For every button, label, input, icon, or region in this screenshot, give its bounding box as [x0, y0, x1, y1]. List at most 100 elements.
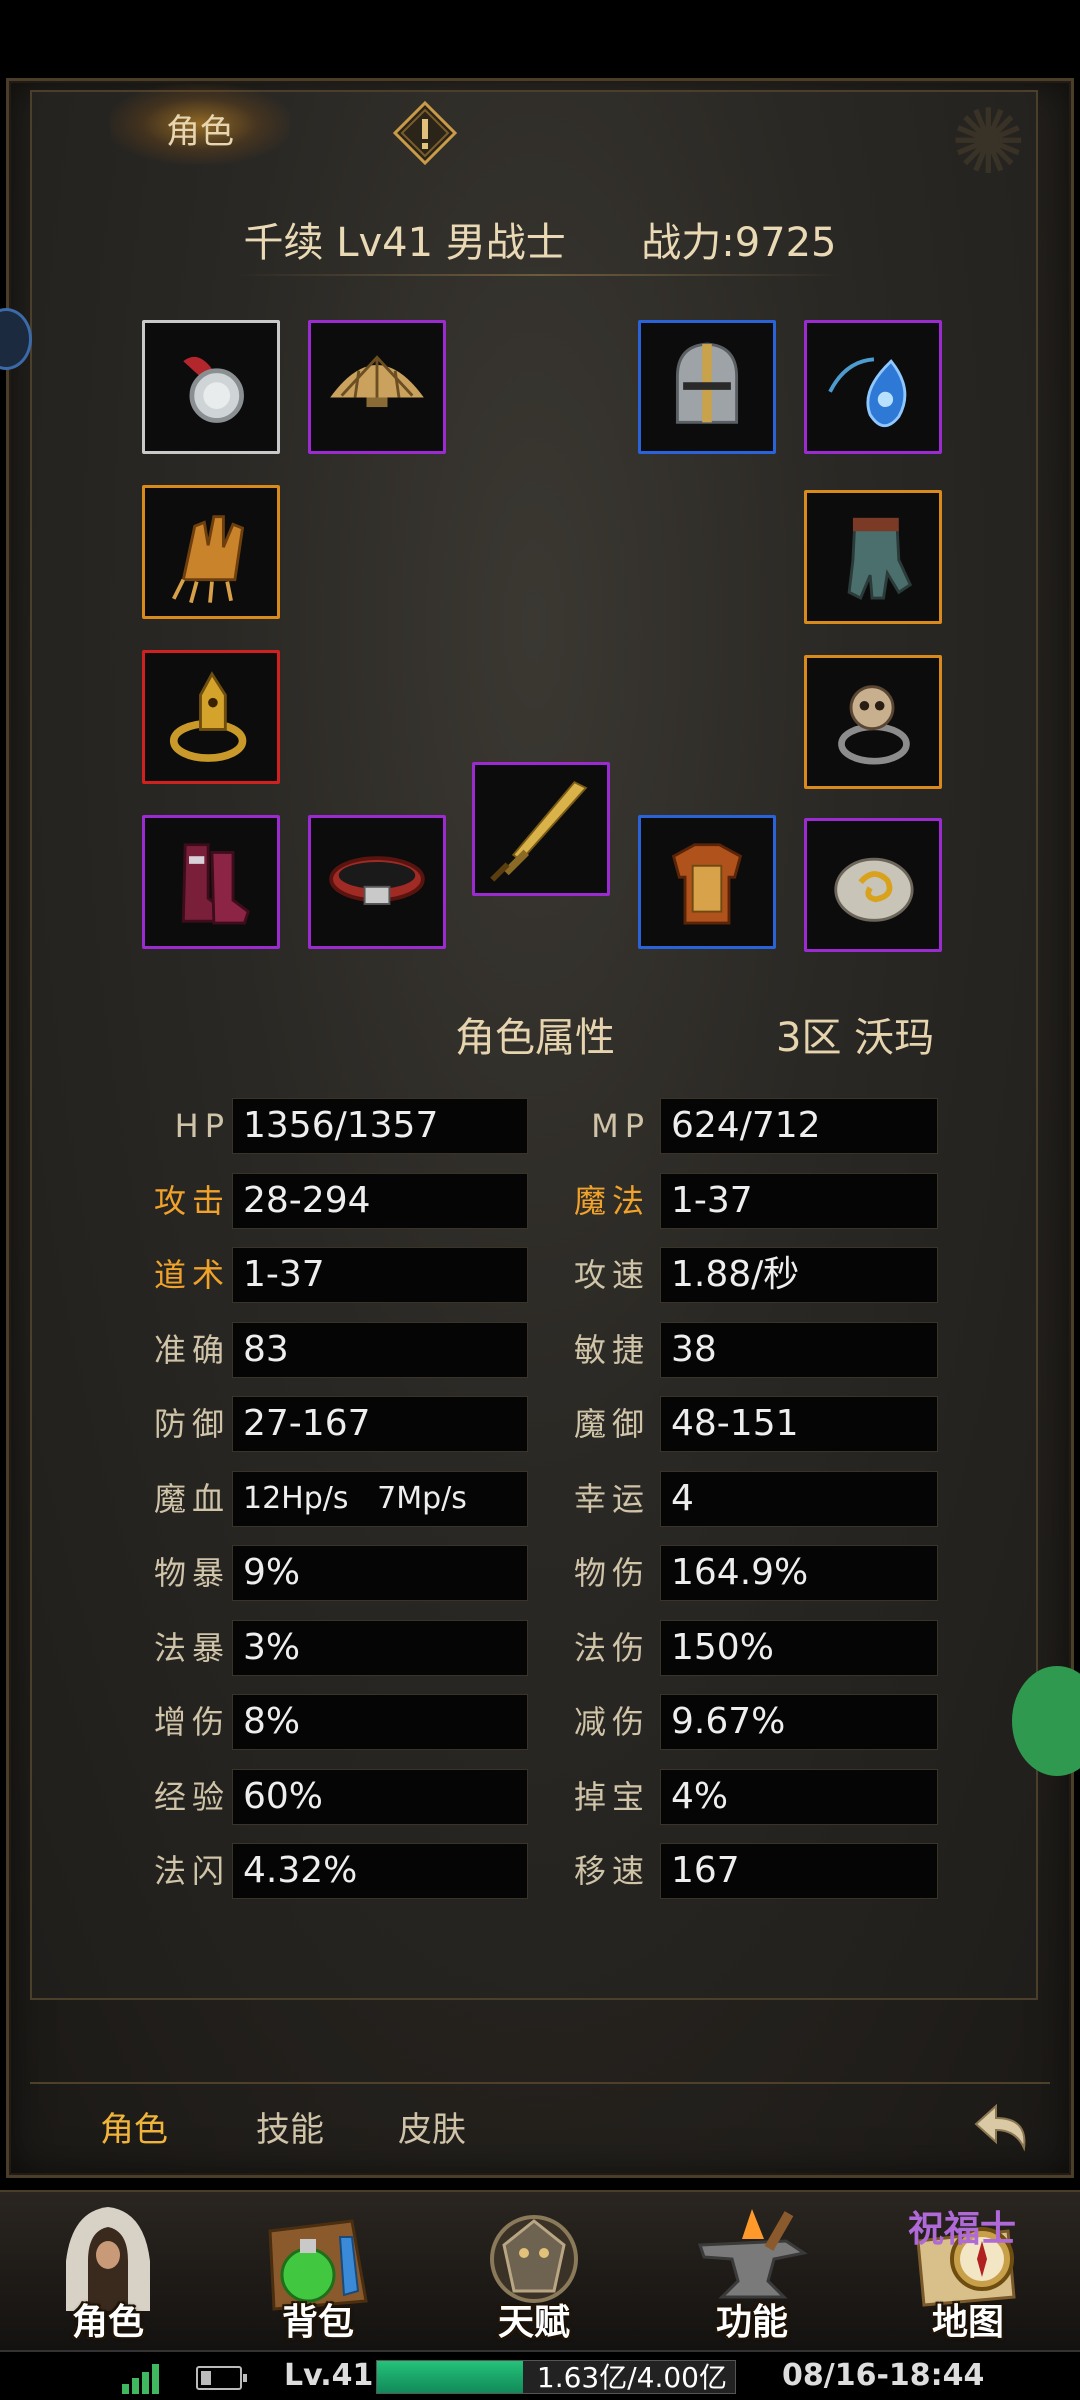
amulet-icon	[183, 356, 244, 423]
back-button[interactable]	[970, 2090, 1040, 2160]
nav-bag-label: 背包	[281, 2301, 354, 2343]
tab-character[interactable]: 角色	[100, 2102, 168, 2151]
tab-character-top[interactable]: 角色	[110, 84, 290, 164]
stat-label: 敏捷	[573, 1331, 650, 1369]
nav-character-label: 角色	[71, 2301, 144, 2343]
equip-slot-necklace[interactable]	[142, 320, 280, 454]
title-divider	[235, 274, 845, 276]
stat-value: 48-151	[660, 1396, 938, 1452]
stat-label: 魔法	[573, 1182, 650, 1220]
stat-label: MP	[591, 1107, 650, 1145]
stat-label: 防御	[153, 1405, 230, 1443]
stone-icon	[834, 857, 914, 922]
gem-pendant-icon	[828, 357, 907, 428]
stat-label: 法闪	[153, 1852, 230, 1890]
stat-label: 魔御	[573, 1405, 650, 1443]
warning-button[interactable]	[392, 100, 458, 166]
stat-label: 攻击	[153, 1182, 230, 1220]
equip-slot-ring-left[interactable]	[142, 650, 280, 784]
stat-value: 83	[232, 1322, 528, 1378]
combat-power: 战力:9725	[641, 220, 837, 266]
stat-label: 准确	[153, 1331, 230, 1369]
stat-value: 28-294	[232, 1173, 528, 1229]
character-name: 千续	[243, 220, 324, 266]
tab-skins[interactable]: 皮肤	[398, 2102, 466, 2151]
stat-label: 移速	[573, 1852, 650, 1890]
tab-skills[interactable]: 技能	[256, 2102, 324, 2151]
warning-icon	[392, 100, 458, 166]
belt-icon	[329, 856, 425, 905]
exp-bar: 1.63亿/4.00亿	[376, 2360, 736, 2394]
stat-label: 攻速	[573, 1256, 650, 1294]
sword-icon	[490, 781, 588, 882]
equip-slot-bracelet-right[interactable]	[804, 490, 942, 624]
equip-slot-charm[interactable]	[804, 818, 942, 952]
stat-value: 9%	[232, 1545, 528, 1601]
stat-value: 1-37	[232, 1247, 528, 1303]
stat-value: 624/712	[660, 1098, 938, 1154]
character-level: Lv41	[336, 220, 434, 266]
stat-value: 3%	[232, 1620, 528, 1676]
tabbar-divider	[30, 2082, 1050, 2084]
stat-label: HP	[174, 1107, 230, 1145]
attributes-heading: 角色属性	[455, 1015, 615, 1061]
back-arrow-icon	[974, 2103, 1026, 2152]
equip-slot-ring-right[interactable]	[804, 655, 942, 789]
stat-value: 38	[660, 1322, 938, 1378]
stat-value: 1356/1357	[232, 1098, 528, 1154]
battery-icon	[196, 2366, 247, 2390]
helmet-icon	[675, 342, 739, 424]
stat-label: 法暴	[153, 1629, 230, 1667]
equip-slot-shoulder[interactable]	[308, 320, 446, 454]
stat-value: 4.32%	[232, 1843, 528, 1899]
tab-character-top-label: 角色	[166, 112, 234, 152]
boots-icon	[181, 843, 250, 925]
stat-value: 8%	[232, 1694, 528, 1750]
stat-label: 增伤	[153, 1703, 230, 1741]
stat-label: 物伤	[573, 1554, 650, 1592]
equip-slot-boots[interactable]	[142, 815, 280, 949]
player-level: Lv.41	[284, 2358, 374, 2393]
stat-value: 9.67%	[660, 1694, 938, 1750]
stat-label: 物暴	[153, 1554, 230, 1592]
equip-slot-belt[interactable]	[308, 815, 446, 949]
fan-icon	[330, 355, 424, 408]
stat-label: 经验	[153, 1778, 230, 1816]
stat-value: 27-167	[232, 1396, 528, 1452]
equip-slot-armor[interactable]	[638, 815, 776, 949]
stat-value: 1-37	[660, 1173, 938, 1229]
claw-glove-icon	[172, 515, 245, 604]
server-name: 3区 沃玛	[776, 1015, 935, 1061]
stat-value: 167	[660, 1843, 938, 1899]
equip-slot-weapon[interactable]	[472, 762, 610, 896]
stat-value: 4	[660, 1471, 938, 1527]
datetime: 08/16-18:44	[782, 2358, 985, 2393]
equip-slot-helmet[interactable]	[638, 320, 776, 454]
nav-character[interactable]: 角色	[8, 2195, 208, 2345]
nav-talent[interactable]: 天赋	[434, 2195, 634, 2345]
equip-slot-gem[interactable]	[804, 320, 942, 454]
armor-icon	[671, 843, 743, 925]
exp-text: 1.63亿/4.00亿	[536, 2361, 727, 2394]
nav-bag[interactable]: 背包	[218, 2195, 418, 2345]
skull-ring-icon	[838, 685, 910, 765]
stat-value: 1.88/秒	[660, 1247, 938, 1303]
status-bar-top	[0, 0, 1080, 70]
character-class: 男战士	[445, 220, 566, 266]
stat-label: 魔血	[153, 1480, 230, 1518]
event-overlay-text: 祝福士	[908, 2209, 1017, 2250]
stat-label: 法伤	[573, 1629, 650, 1667]
stat-value: 150%	[660, 1620, 938, 1676]
nav-talent-label: 天赋	[497, 2301, 570, 2343]
nav-function[interactable]: 功能	[652, 2195, 852, 2345]
stat-value: 60%	[232, 1769, 528, 1825]
stat-label: 幸运	[573, 1480, 650, 1518]
stat-value: 164.9%	[660, 1545, 938, 1601]
signal-icon	[122, 2364, 159, 2394]
equip-slot-bracelet-left[interactable]	[142, 485, 280, 619]
character-title: 千续 Lv41 男战士 战力:9725	[0, 210, 1080, 268]
nav-function-label: 功能	[715, 2301, 788, 2343]
stat-label: 掉宝	[573, 1778, 650, 1816]
dragon-ring-icon	[169, 671, 247, 762]
stat-label: 减伤	[573, 1703, 650, 1741]
